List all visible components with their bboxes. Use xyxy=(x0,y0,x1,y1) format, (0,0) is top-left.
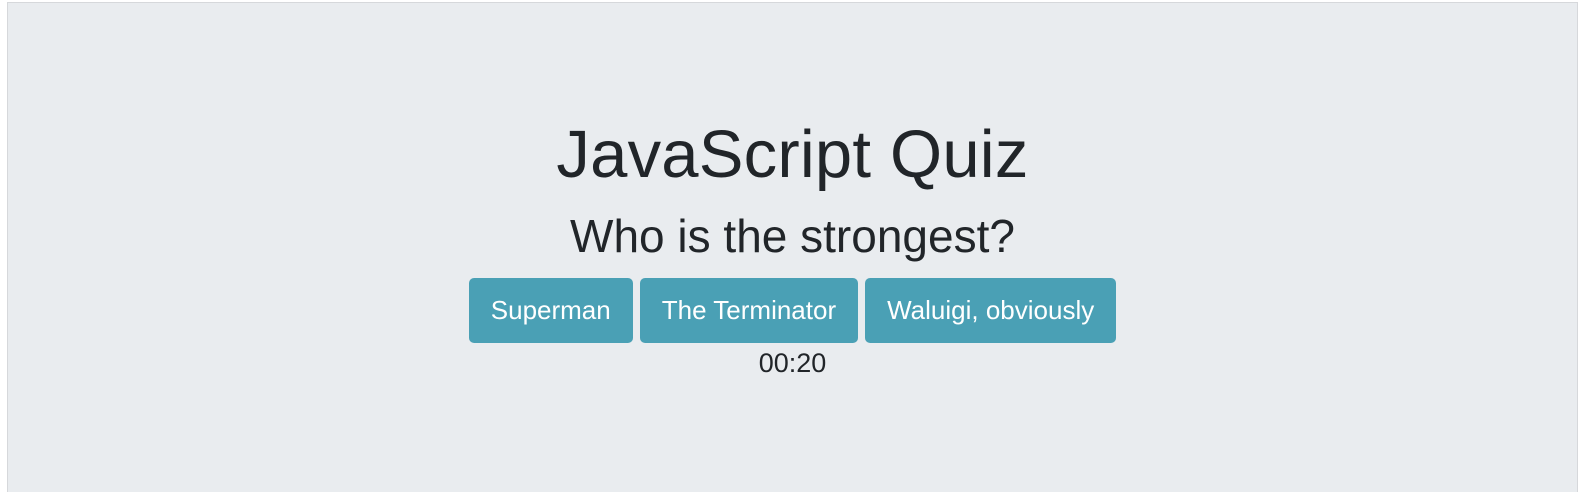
question-text: Who is the strongest? xyxy=(570,210,1015,262)
answer-button-the-terminator[interactable]: The Terminator xyxy=(639,278,859,343)
answer-button-waluigi[interactable]: Waluigi, obviously xyxy=(865,278,1117,343)
page-frame: JavaScript Quiz Who is the strongest? Su… xyxy=(7,2,1578,492)
answer-button-superman[interactable]: Superman xyxy=(468,278,633,343)
quiz-title: JavaScript Quiz xyxy=(556,117,1029,192)
countdown-timer: 00:20 xyxy=(758,348,827,378)
answer-options: Superman The Terminator Waluigi, obvious… xyxy=(8,278,1577,343)
